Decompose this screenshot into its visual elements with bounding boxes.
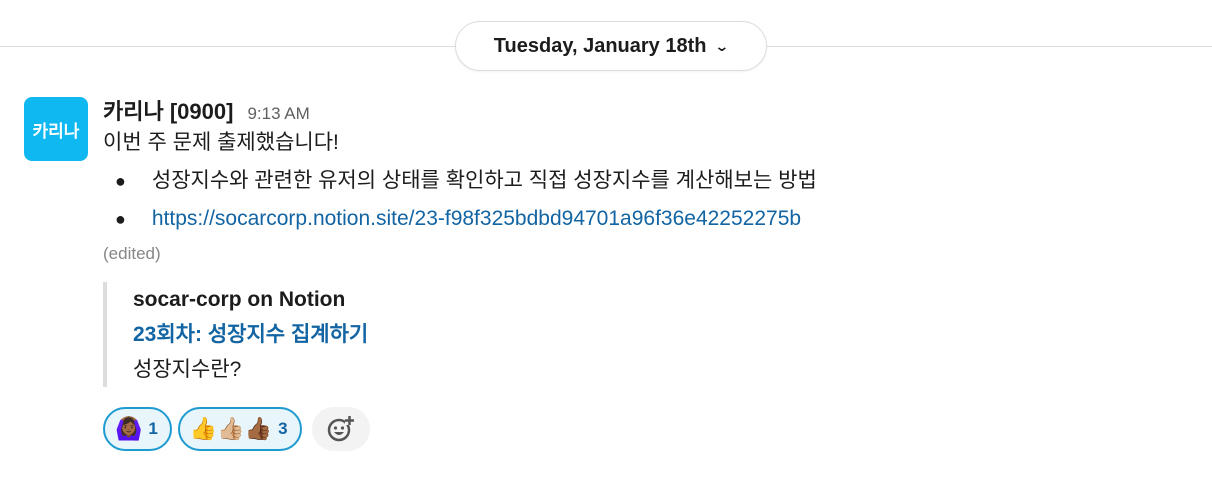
reaction-ok-gesture[interactable]: 🙆🏾‍♀️ 1 [103, 407, 172, 451]
bullet-list: ● 성장지수와 관련한 유저의 상태를 확인하고 직접 성장지수를 계산해보는 방… [115, 162, 1193, 238]
add-reaction-icon [327, 416, 354, 442]
preview-description: 성장지수란? [133, 358, 242, 381]
date-label: Tuesday, January 18th [493, 34, 707, 57]
avatar[interactable]: 카리나 [24, 97, 88, 161]
timestamp[interactable]: 9:13 AM [247, 104, 309, 124]
add-reaction-button[interactable] [311, 407, 370, 451]
reactions: 🙆🏾‍♀️ 1 👍👍🏼👍🏾 3 [103, 407, 1193, 451]
preview-source: socar-corp on Notion [133, 288, 346, 311]
notion-link[interactable]: https://socarcorp.notion.site/23-f98f325… [152, 200, 801, 238]
date-divider-button[interactable]: Tuesday, January 18th ⌄ [455, 21, 767, 71]
reaction-thumbs-up[interactable]: 👍👍🏼👍🏾 3 [177, 407, 302, 451]
edited-label: (edited) [103, 244, 161, 263]
preview-title-link[interactable]: 23회차: 성장지수 집계하기 [133, 317, 1193, 352]
thumbs-up-emoji-icon: 👍👍🏼👍🏾 [189, 416, 273, 441]
list-item: ● https://socarcorp.notion.site/23-f98f32… [115, 200, 1193, 238]
bullet-text: 성장지수와 관련한 유저의 상태를 확인하고 직접 성장지수를 계산해보는 방법 [151, 169, 817, 192]
bullet-icon: ● [115, 209, 126, 229]
avatar-text: 카리나 [32, 121, 80, 141]
message-text: 이번 주 문제 출제했습니다! [103, 131, 339, 154]
reaction-count: 1 [148, 419, 158, 438]
chevron-down-icon: ⌄ [714, 37, 730, 54]
ok-gesture-emoji-icon: 🙆🏾‍♀️ [115, 416, 143, 441]
message: 카리나 [0900] 9:13 AM 이번 주 문제 출제했습니다! ● 성장지수… [103, 94, 1193, 451]
reaction-count: 3 [278, 419, 288, 438]
author-name[interactable]: 카리나 [0900] [103, 94, 233, 126]
list-item: ● 성장지수와 관련한 유저의 상태를 확인하고 직접 성장지수를 계산해보는 방… [115, 162, 1193, 200]
bullet-icon: ● [115, 171, 126, 191]
link-preview: socar-corp on Notion 23회차: 성장지수 집계하기 성장지… [103, 282, 1193, 387]
